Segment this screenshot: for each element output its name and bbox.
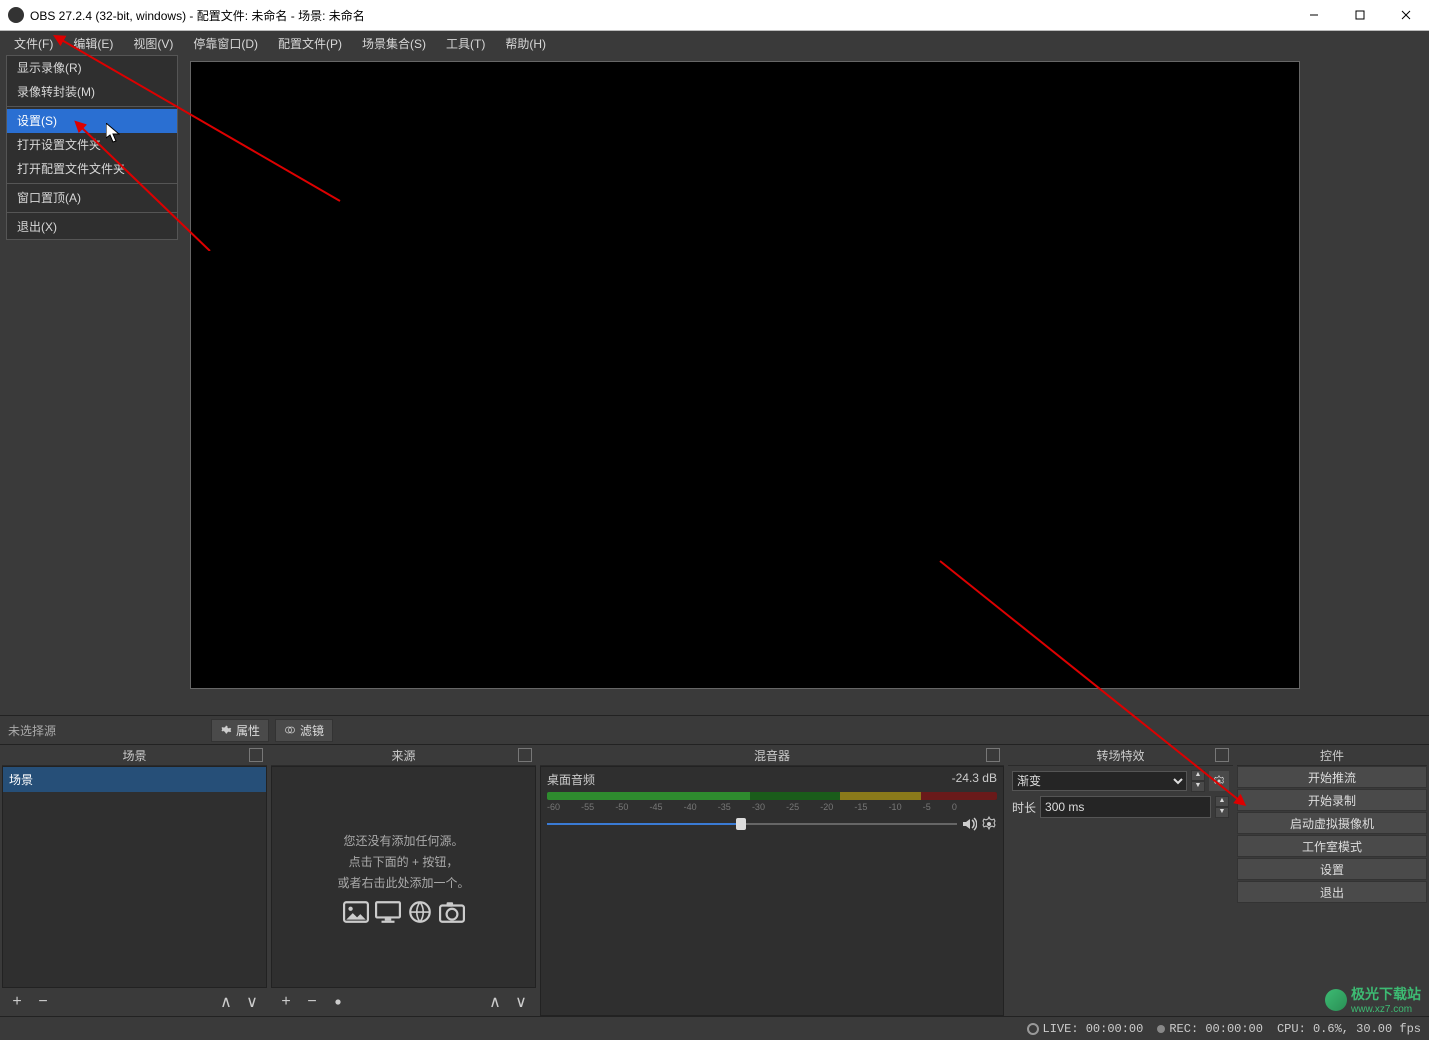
menu-file[interactable]: 文件(F) [4, 33, 63, 54]
close-button[interactable] [1383, 0, 1429, 30]
sources-empty-l3: 或者右击此处添加一个。 [337, 874, 469, 891]
scene-item[interactable]: 场景 [3, 767, 266, 792]
scenes-panel: 场景 场景 + − ∧ ∨ [2, 745, 267, 1016]
mixer-track-name: 桌面音频 [547, 771, 595, 788]
mixer-panel: 混音器 桌面音频 -24.3 dB -60-55-50-45-40-35-30-… [540, 745, 1004, 1016]
window-title: OBS 27.2.4 (32-bit, windows) - 配置文件: 未命名… [30, 7, 1291, 24]
sources-empty-l2: 点击下面的 + 按钮， [349, 853, 459, 870]
app-body: 文件(F) 编辑(E) 视图(V) 停靠窗口(D) 配置文件(P) 场景集合(S… [0, 31, 1429, 1040]
mixer-track-db: -24.3 dB [952, 771, 997, 788]
image-icon [343, 901, 369, 923]
gear-icon[interactable] [981, 816, 997, 832]
transition-settings-button[interactable] [1209, 771, 1229, 791]
transitions-header: 转场特效 [1096, 747, 1144, 764]
title-bar: OBS 27.2.4 (32-bit, windows) - 配置文件: 未命名… [0, 0, 1429, 31]
camera-icon [439, 901, 465, 923]
start-stream-button[interactable]: 开始推流 [1237, 766, 1427, 788]
menu-separator [7, 106, 177, 107]
preview-canvas[interactable] [190, 61, 1300, 689]
duration-label: 时长 [1012, 799, 1036, 816]
remove-scene-button[interactable]: − [34, 993, 52, 1011]
remove-source-button[interactable]: − [303, 993, 321, 1011]
maximize-button[interactable] [1337, 0, 1383, 30]
file-menu-open-profile-folder[interactable]: 打开配置文件文件夹 [7, 157, 177, 181]
status-rec: REC: 00:00:00 [1157, 1023, 1263, 1035]
popout-icon[interactable] [249, 748, 263, 762]
status-bar: LIVE: 00:00:00 REC: 00:00:00 CPU: 0.6%, … [0, 1016, 1429, 1040]
mixer-header: 混音器 [754, 747, 790, 764]
mixer-body: 桌面音频 -24.3 dB -60-55-50-45-40-35-30-25-2… [540, 766, 1004, 1016]
globe-icon [407, 901, 433, 923]
add-scene-button[interactable]: + [8, 993, 26, 1011]
display-icon [375, 901, 401, 923]
file-menu-show-recordings[interactable]: 显示录像(R) [7, 56, 177, 80]
duration-spin[interactable]: ▲▼ [1215, 796, 1229, 818]
file-dropdown: 显示录像(R) 录像转封装(M) 设置(S) 打开设置文件夹 打开配置文件文件夹… [6, 55, 178, 240]
file-menu-always-on-top[interactable]: 窗口置顶(A) [7, 186, 177, 210]
file-menu-remux[interactable]: 录像转封装(M) [7, 80, 177, 104]
popout-icon[interactable] [986, 748, 1000, 762]
file-menu-open-settings-folder[interactable]: 打开设置文件夹 [7, 133, 177, 157]
controls-header: 控件 [1320, 747, 1344, 764]
filters-label: 滤镜 [300, 722, 324, 739]
no-source-label: 未选择源 [0, 722, 64, 739]
move-scene-up-button[interactable]: ∧ [217, 993, 235, 1011]
menu-help[interactable]: 帮助(H) [495, 33, 556, 54]
transitions-panel: 转场特效 渐变 ▲▼ 时长 ▲▼ [1008, 745, 1233, 1016]
speaker-icon[interactable] [961, 816, 977, 832]
sources-empty-l1: 您还没有添加任何源。 [343, 832, 463, 849]
status-cpu: CPU: 0.6%, 30.00 fps [1277, 1023, 1421, 1035]
rec-indicator-icon [1157, 1025, 1165, 1033]
sources-header: 来源 [391, 747, 415, 764]
controls-panel: 控件 开始推流 开始录制 启动虚拟摄像机 工作室模式 设置 退出 [1237, 745, 1427, 1016]
move-source-up-button[interactable]: ∧ [486, 993, 504, 1011]
scenes-list[interactable]: 场景 [2, 766, 267, 988]
menu-tools[interactable]: 工具(T) [436, 33, 495, 54]
transition-spin[interactable]: ▲▼ [1191, 770, 1205, 792]
menu-separator [7, 183, 177, 184]
volume-slider[interactable] [547, 814, 997, 834]
studio-mode-button[interactable]: 工作室模式 [1237, 835, 1427, 857]
scenes-header: 场景 [122, 747, 146, 764]
menu-separator [7, 212, 177, 213]
minimize-button[interactable] [1291, 0, 1337, 30]
live-indicator-icon [1027, 1023, 1039, 1035]
menu-dock[interactable]: 停靠窗口(D) [183, 33, 268, 54]
popout-icon[interactable] [1215, 748, 1229, 762]
app-icon [8, 7, 24, 23]
meter-ticks: -60-55-50-45-40-35-30-25-20-15-10-50 [547, 802, 997, 812]
popout-icon[interactable] [518, 748, 532, 762]
sources-panel: 来源 您还没有添加任何源。 点击下面的 + 按钮， 或者右击此处添加一个。 + … [271, 745, 536, 1016]
start-vcam-button[interactable]: 启动虚拟摄像机 [1237, 812, 1427, 834]
duration-input[interactable] [1040, 796, 1211, 818]
exit-button[interactable]: 退出 [1237, 881, 1427, 903]
mixer-track: 桌面音频 -24.3 dB -60-55-50-45-40-35-30-25-2… [541, 767, 1003, 838]
file-menu-settings[interactable]: 设置(S) [7, 109, 177, 133]
menu-scene-collection[interactable]: 场景集合(S) [352, 33, 436, 54]
file-menu-exit[interactable]: 退出(X) [7, 215, 177, 239]
source-type-icons [343, 901, 465, 923]
status-live: LIVE: 00:00:00 [1027, 1023, 1144, 1035]
properties-label: 属性 [236, 722, 260, 739]
settings-button[interactable]: 设置 [1237, 858, 1427, 880]
properties-button[interactable]: 属性 [211, 719, 269, 742]
menu-bar: 文件(F) 编辑(E) 视图(V) 停靠窗口(D) 配置文件(P) 场景集合(S… [0, 31, 1429, 55]
dock-panels: 场景 场景 + − ∧ ∨ 来源 您还没有添加任何源。 点击下面的 + 按钮， … [0, 745, 1429, 1016]
menu-view[interactable]: 视图(V) [123, 33, 183, 54]
menu-edit[interactable]: 编辑(E) [63, 33, 123, 54]
menu-profile[interactable]: 配置文件(P) [268, 33, 352, 54]
start-record-button[interactable]: 开始录制 [1237, 789, 1427, 811]
add-source-button[interactable]: + [277, 993, 295, 1011]
sources-list[interactable]: 您还没有添加任何源。 点击下面的 + 按钮， 或者右击此处添加一个。 [271, 766, 536, 988]
move-source-down-button[interactable]: ∨ [512, 993, 530, 1011]
move-scene-down-button[interactable]: ∨ [243, 993, 261, 1011]
transition-select[interactable]: 渐变 [1012, 771, 1187, 791]
source-toolbar: 未选择源 属性 滤镜 [0, 715, 1429, 745]
preview-row: 显示录像(R) 录像转封装(M) 设置(S) 打开设置文件夹 打开配置文件文件夹… [0, 55, 1429, 715]
audio-meter [547, 792, 997, 800]
filters-button[interactable]: 滤镜 [275, 719, 333, 742]
source-properties-button[interactable] [329, 993, 347, 1011]
cursor-icon [106, 123, 120, 143]
